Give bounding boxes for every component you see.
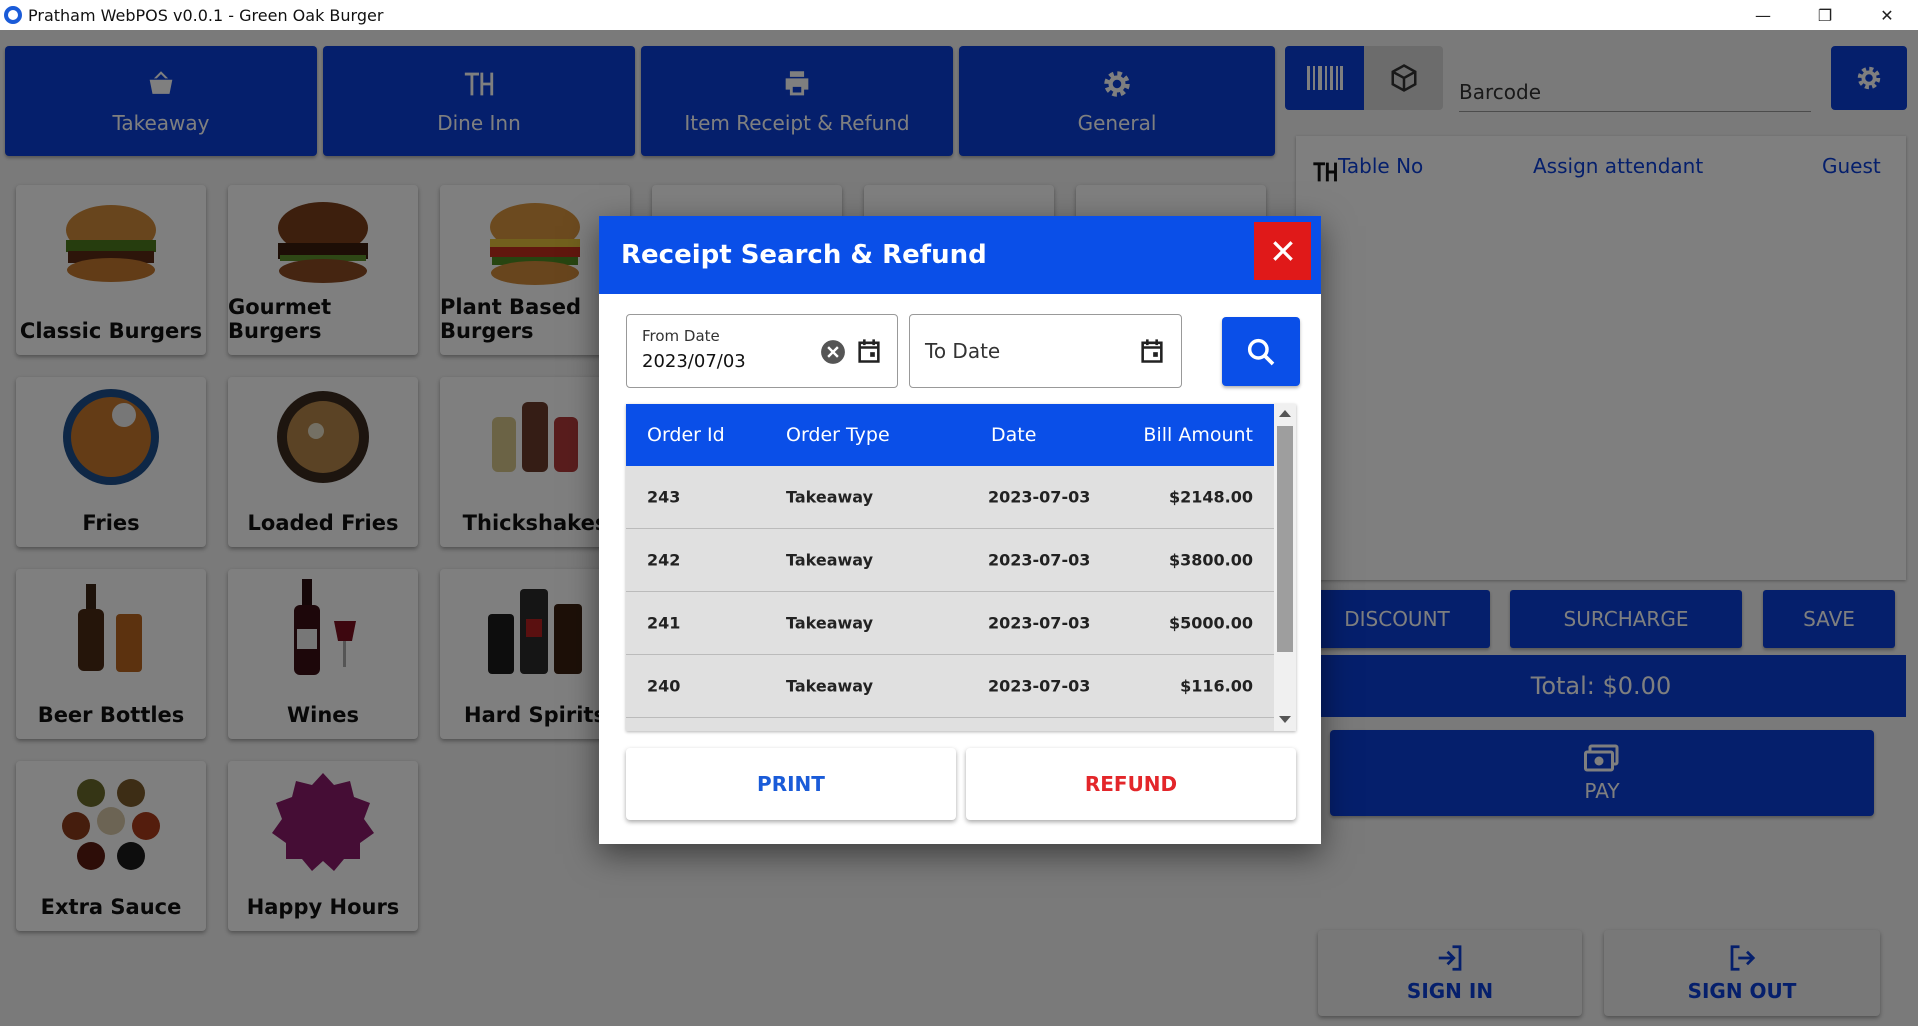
window-titlebar: Pratham WebPOS v0.0.1 - Green Oak Burger… bbox=[0, 0, 1918, 30]
cell-order-id: 242 bbox=[647, 550, 681, 570]
cell-order-id: 243 bbox=[647, 487, 681, 507]
scroll-down-icon[interactable] bbox=[1279, 716, 1291, 723]
cell-order-id: 241 bbox=[647, 613, 681, 633]
cell-order-type: Takeaway bbox=[786, 487, 874, 507]
cell-bill-amount: $116.00 bbox=[1180, 676, 1253, 696]
window-close-icon[interactable]: ✕ bbox=[1856, 0, 1918, 30]
from-date-field[interactable]: From Date 2023/07/03 bbox=[626, 314, 898, 388]
from-date-label: From Date bbox=[642, 327, 720, 345]
dialog-close-button[interactable] bbox=[1254, 222, 1311, 280]
col-date: Date bbox=[991, 424, 1037, 446]
refund-button[interactable]: REFUND bbox=[966, 748, 1296, 820]
cell-order-id: 240 bbox=[647, 676, 681, 696]
minimize-icon[interactable]: — bbox=[1732, 0, 1794, 30]
col-order-id: Order Id bbox=[647, 424, 725, 446]
calendar-icon[interactable] bbox=[855, 337, 883, 365]
table-row[interactable]: 240 Takeaway 2023-07-03 $116.00 bbox=[626, 655, 1274, 718]
scroll-thumb[interactable] bbox=[1277, 426, 1293, 652]
calendar-icon[interactable] bbox=[1138, 337, 1166, 365]
cell-order-type: Takeaway bbox=[786, 676, 874, 696]
from-date-value: 2023/07/03 bbox=[642, 351, 746, 372]
restore-icon[interactable]: ❐ bbox=[1794, 0, 1856, 30]
table-row[interactable]: 243 Takeaway 2023-07-03 $2148.00 bbox=[626, 466, 1274, 529]
cell-bill-amount: $2148.00 bbox=[1168, 487, 1253, 507]
col-bill-amount: Bill Amount bbox=[1143, 424, 1253, 446]
cell-date: 2023-07-03 bbox=[988, 550, 1091, 570]
receipts-table: Order Id Order Type Date Bill Amount 243… bbox=[626, 404, 1296, 731]
cell-order-type: Takeaway bbox=[786, 613, 874, 633]
print-button[interactable]: PRINT bbox=[626, 748, 956, 820]
table-header: Order Id Order Type Date Bill Amount bbox=[626, 404, 1274, 466]
table-row[interactable]: 241 Takeaway 2023-07-03 $5000.00 bbox=[626, 592, 1274, 655]
search-button[interactable] bbox=[1222, 317, 1300, 386]
cell-date: 2023-07-03 bbox=[988, 676, 1091, 696]
table-row[interactable]: 242 Takeaway 2023-07-03 $3800.00 bbox=[626, 529, 1274, 592]
cell-bill-amount: $5000.00 bbox=[1168, 613, 1253, 633]
scroll-up-icon[interactable] bbox=[1279, 410, 1291, 417]
search-icon bbox=[1247, 338, 1275, 365]
close-icon bbox=[1272, 241, 1293, 261]
cell-date: 2023-07-03 bbox=[988, 487, 1091, 507]
to-date-placeholder: To Date bbox=[925, 339, 1001, 363]
cell-order-type: Takeaway bbox=[786, 550, 874, 570]
window-controls: — ❐ ✕ bbox=[1732, 0, 1918, 30]
cell-bill-amount: $3800.00 bbox=[1168, 550, 1253, 570]
to-date-field[interactable]: To Date bbox=[909, 314, 1182, 388]
window-title: Pratham WebPOS v0.0.1 - Green Oak Burger bbox=[28, 5, 384, 25]
receipt-search-dialog: Receipt Search & Refund From Date 2023/0… bbox=[599, 216, 1321, 844]
clear-icon[interactable] bbox=[820, 339, 846, 365]
col-order-type: Order Type bbox=[786, 424, 890, 446]
dialog-title: Receipt Search & Refund bbox=[599, 216, 1321, 294]
cell-date: 2023-07-03 bbox=[988, 613, 1091, 633]
table-scrollbar[interactable] bbox=[1274, 404, 1296, 731]
app-logo-icon bbox=[4, 6, 22, 24]
